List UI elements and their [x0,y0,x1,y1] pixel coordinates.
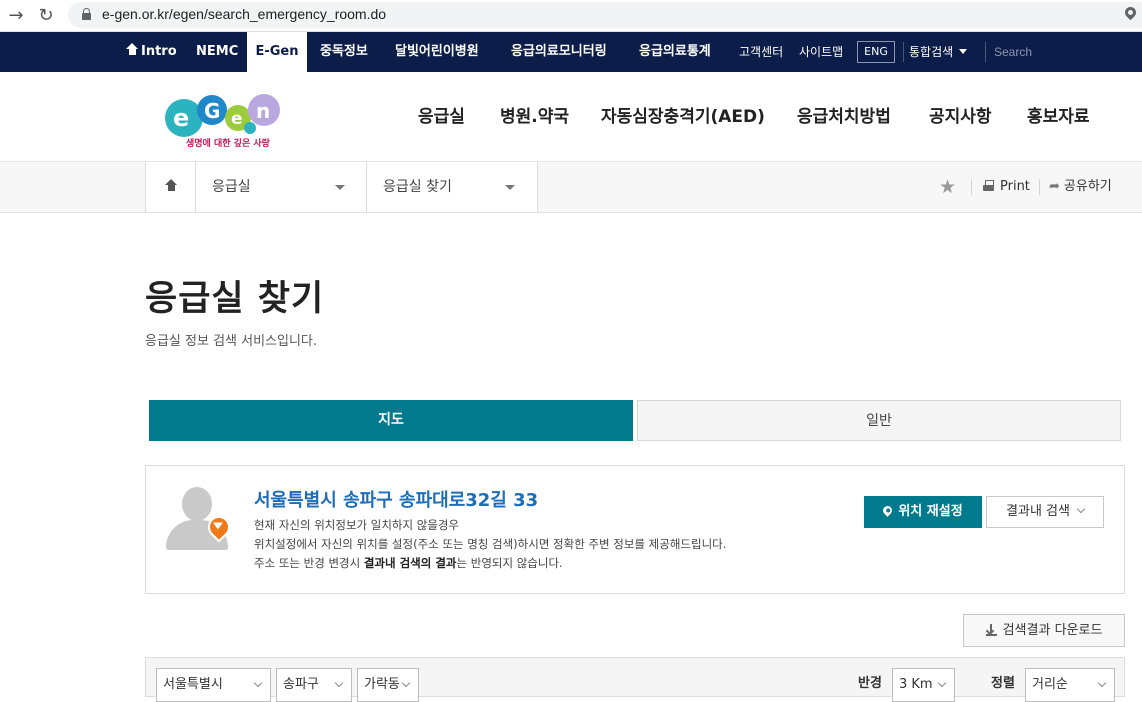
location-bar: 응급실 응급실 찾기 ★ Print ➦ 공유하기 [0,162,1142,213]
share-icon: ➦ [1049,179,1060,194]
svg-text:e: e [173,104,189,132]
chevron-down-icon [937,678,947,688]
unified-search-dropdown[interactable]: 통합검색 [909,32,968,72]
info-line-3-bold: 결과내 검색의 결과 [363,556,457,570]
location-info-box: 서울특별시 송파구 송파대로32길 33 현재 자신의 위치정보가 일치하지 않… [145,465,1125,594]
info-line-3-post: 는 반영되지 않습니다. [456,556,563,570]
page-description: 응급실 정보 검색 서비스입니다. [145,334,318,349]
chevron-down-icon [334,678,344,688]
dong-select[interactable]: 가락동 [357,668,419,702]
sort-label: 정렬 [991,676,1015,691]
reset-location-label: 위치 재설정 [898,504,963,519]
location-icon[interactable] [1122,4,1139,21]
page-title: 응급실 찾기 [145,279,325,319]
share-button[interactable]: ➦ 공유하기 [1049,162,1112,212]
download-results-button[interactable]: 검색결과 다운로드 [963,614,1125,647]
reload-icon[interactable]: ↻ [34,4,58,28]
eng-button[interactable]: ENG [857,41,895,63]
gnb-customer-center[interactable]: 고객센터 [739,32,783,72]
filter-bar: 서울특별시 송파구 가락동 반경 3 Km 정렬 거리순 [145,657,1125,702]
search-within-label: 결과내 검색 [1006,504,1070,519]
nav-first-aid[interactable]: 응급처치방법 [797,72,891,162]
browser-toolbar: → ↻ e-gen.or.kr/egen/search_emergency_ro… [0,0,1142,32]
location-home[interactable] [145,162,195,212]
info-line-2: 위치설정에서 자신의 위치를 설정(주소 또는 명칭 검색)하시면 정확한 주변… [254,537,727,551]
sido-value: 서울특별시 [163,677,223,692]
site-header: e G e n 생명에 대한 깊은 사랑 응급실 병원.약국 자동심장충격기(A… [0,72,1142,162]
print-label: Print [1000,179,1030,194]
gnb-moonlight-hospital[interactable]: 달빛어린이병원 [395,32,479,72]
depth2-label: 응급실 찾기 [383,179,452,195]
logo-tagline: 생명에 대한 깊은 사랑 [186,139,270,149]
location-depth2-select[interactable]: 응급실 찾기 [366,162,538,212]
gugun-value: 송파구 [283,677,319,692]
home-icon [165,179,177,193]
tab-general[interactable]: 일반 [637,400,1121,441]
user-icon [182,487,212,521]
print-button[interactable]: Print [983,162,1030,212]
radius-select[interactable]: 3 Km [892,668,955,702]
user-location-avatar [166,484,236,550]
radius-label: 반경 [858,676,882,691]
caret-down-icon [505,185,515,190]
gnb-egen[interactable]: E-Gen [247,32,307,72]
nav-emergency-room[interactable]: 응급실 [418,72,465,162]
nav-notice[interactable]: 공지사항 [929,72,992,162]
gnb-intro-label: Intro [141,44,177,59]
nav-hospital-pharmacy[interactable]: 병원.약국 [500,72,569,162]
dong-value: 가락동 [364,677,400,692]
caret-down-icon [335,185,345,190]
bookmark-star-icon[interactable]: ★ [939,162,956,212]
home-icon [126,43,138,56]
divider [985,42,986,62]
radius-value: 3 Km [899,677,933,692]
chevron-down-icon [401,678,411,688]
caret-down-icon [959,49,968,54]
svg-text:n: n [256,99,270,123]
info-line-3: 주소 또는 반경 변경시 결과내 검색의 결과는 반영되지 않습니다. [254,555,563,571]
global-nav: Intro NEMC E-Gen 중독정보 달빛어린이병원 응급의료모니터링 응… [0,32,1142,72]
svg-text:G: G [204,99,220,123]
sort-value: 거리순 [1032,677,1068,692]
chevron-down-icon [1076,504,1086,514]
download-icon [985,624,997,636]
sido-select[interactable]: 서울특별시 [156,668,271,702]
search-input[interactable]: Search [994,32,1134,72]
gnb-intro[interactable]: Intro [126,32,177,72]
chevron-down-icon [253,678,263,688]
gnb-monitoring[interactable]: 응급의료모니터링 [511,32,607,72]
gugun-select[interactable]: 송파구 [276,668,352,702]
gnb-nemc[interactable]: NEMC [196,32,238,72]
address-bar[interactable]: e-gen.or.kr/egen/search_emergency_room.d… [68,2,1142,28]
reset-location-button[interactable]: 위치 재설정 [864,496,982,528]
chevron-down-icon [1097,678,1107,688]
download-label: 검색결과 다운로드 [1002,623,1103,638]
back-arrow-icon[interactable]: → [4,4,28,28]
egen-logo[interactable]: e G e n 생명에 대한 깊은 사랑 [164,88,304,154]
gnb-poison-info[interactable]: 중독정보 [320,32,368,72]
lock-icon [82,8,91,20]
search-within-results-button[interactable]: 결과내 검색 [986,496,1104,528]
divider [971,179,972,195]
location-depth1-select[interactable]: 응급실 [195,162,367,212]
depth1-label: 응급실 [212,179,251,195]
gnb-statistics[interactable]: 응급의료통계 [639,32,711,72]
divider [903,42,904,62]
tab-map[interactable]: 지도 [149,400,633,441]
divider [1039,179,1040,195]
info-line-3-pre: 주소 또는 반경 변경시 [254,556,364,570]
nav-aed[interactable]: 자동심장충격기(AED) [601,72,765,162]
nav-promotion[interactable]: 홍보자료 [1027,72,1090,162]
egen-logo-mark: e G e n [165,94,280,137]
info-line-1: 현재 자신의 위치정보가 일치하지 않을경우 [254,518,460,532]
gnb-sitemap[interactable]: 사이트맵 [799,32,843,72]
map-pin-icon [881,504,895,517]
svg-text:e: e [231,109,243,129]
current-address: 서울특별시 송파구 송파대로32길 33 [254,490,539,511]
unified-search-label: 통합검색 [909,45,954,59]
print-icon [983,180,994,191]
url-text: e-gen.or.kr/egen/search_emergency_room.d… [102,6,387,22]
sort-select[interactable]: 거리순 [1025,668,1115,702]
share-label: 공유하기 [1063,179,1112,194]
